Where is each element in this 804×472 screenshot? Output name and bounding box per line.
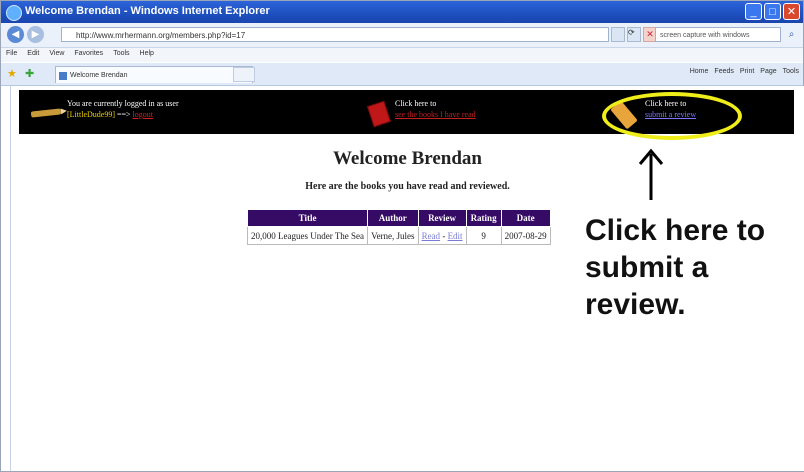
column-author: Author [367, 209, 419, 227]
up-arrow-icon [638, 148, 664, 200]
read-review-link[interactable]: Read [422, 231, 441, 241]
menu-file[interactable]: File [1, 48, 22, 59]
favorites-star-icon[interactable]: ★ [7, 67, 17, 80]
command-page[interactable]: Page [760, 68, 776, 75]
menu-bar: File Edit View Favorites Tools Help [1, 48, 803, 62]
title-bar: Welcome Brendan - Windows Internet Explo… [1, 1, 803, 23]
review-separator: - [440, 230, 448, 241]
column-rating: Rating [465, 209, 502, 227]
menu-favorites[interactable]: Favorites [69, 48, 108, 59]
column-title: Title [246, 209, 369, 227]
search-input[interactable]: screen capture with windows [655, 27, 781, 42]
cell-title: 20,000 Leagues Under The Sea [246, 226, 369, 245]
menu-edit[interactable]: Edit [22, 48, 44, 59]
menu-view[interactable]: View [44, 48, 69, 59]
command-home[interactable]: Home [690, 68, 709, 75]
page-content: You are currently logged in as user [Lit… [10, 86, 804, 471]
close-button[interactable]: ✕ [783, 3, 800, 20]
username: [LittleDude99] [67, 110, 115, 119]
cell-rating: 9 [465, 226, 502, 245]
page-title: Welcome Brendan [332, 148, 482, 169]
books-link-block: Click here to see the books I have read [395, 98, 476, 120]
command-print[interactable]: Print [740, 68, 754, 75]
command-bar: Home Feeds Print Page Tools [684, 68, 799, 75]
book-icon [367, 100, 391, 128]
minimize-button[interactable]: _ [745, 3, 762, 20]
menu-help[interactable]: Help [135, 48, 159, 59]
logout-link[interactable]: logout [133, 110, 153, 119]
forward-button[interactable]: ▶ [27, 26, 44, 43]
cell-author: Verne, Jules [367, 226, 419, 245]
command-tools[interactable]: Tools [783, 68, 799, 75]
column-date: Date [500, 209, 551, 227]
see-books-link[interactable]: see the books I have read [395, 109, 476, 120]
search-icon[interactable]: ⌕ [785, 28, 798, 41]
column-review: Review [417, 209, 467, 227]
maximize-button[interactable]: □ [764, 3, 781, 20]
tab-welcome-brendan[interactable]: Welcome Brendan [55, 66, 253, 83]
address-tools: ⟳ ✕ [611, 27, 657, 42]
tab-page-icon [59, 72, 67, 80]
highlight-circle [602, 92, 742, 140]
ie-logo-icon [6, 5, 22, 21]
refresh-button[interactable]: ⟳ [627, 27, 641, 42]
cell-date: 2007-08-29 [500, 226, 551, 245]
login-status: You are currently logged in as user [Lit… [67, 98, 179, 120]
annotation-callout: Click here to submit a review. [585, 214, 766, 321]
menu-tools[interactable]: Tools [108, 48, 134, 59]
pen-icon [30, 108, 62, 118]
books-link-caption: Click here to [395, 99, 437, 108]
add-favorite-icon[interactable]: ✚ [25, 67, 34, 80]
books-table: Title Author Review Rating Date 20,000 L… [246, 209, 551, 245]
browser-window: Welcome Brendan - Windows Internet Explo… [0, 0, 804, 472]
table-header-row: Title Author Review Rating Date [246, 209, 551, 227]
page-subtitle: Here are the books you have read and rev… [305, 181, 510, 192]
login-arrow: ==> [116, 110, 131, 119]
url-dropdown-button[interactable] [611, 27, 625, 42]
url-input[interactable]: http://www.mrhermann.org/members.php?id=… [61, 27, 609, 42]
tab-label: Welcome Brendan [70, 72, 128, 79]
window-title: Welcome Brendan - Windows Internet Explo… [25, 5, 270, 17]
new-tab-button[interactable] [233, 67, 255, 82]
site-banner: You are currently logged in as user [Lit… [19, 90, 794, 140]
table-row: 20,000 Leagues Under The Sea Verne, Jule… [246, 226, 551, 245]
login-status-text: You are currently logged in as user [67, 99, 179, 108]
edit-review-link[interactable]: Edit [448, 231, 463, 241]
tab-bar: ★ ✚ Welcome Brendan Home Feeds Print Page To… [1, 63, 803, 86]
address-bar: ◀ ▶ http://www.mrhermann.org/members.php… [1, 23, 803, 48]
command-feeds[interactable]: Feeds [714, 68, 733, 75]
back-button[interactable]: ◀ [7, 26, 24, 43]
cell-review: Read - Edit [417, 226, 467, 245]
